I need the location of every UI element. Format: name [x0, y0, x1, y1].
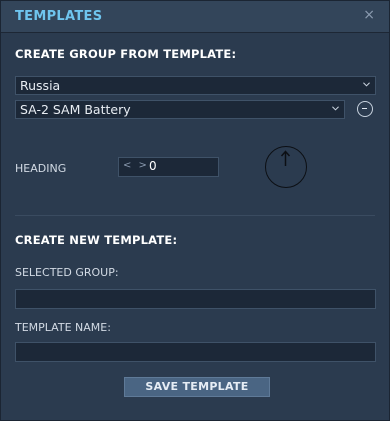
create-group-heading: CREATE GROUP FROM TEMPLATE:	[15, 47, 237, 61]
template-select[interactable]: SA-2 SAM Battery	[15, 100, 345, 119]
country-select[interactable]: Russia	[15, 76, 376, 95]
chevron-down-icon	[332, 106, 339, 111]
template-name-field[interactable]	[15, 342, 376, 362]
selected-group-label: SELECTED GROUP:	[15, 266, 119, 279]
templates-window: TEMPLATES × CREATE GROUP FROM TEMPLATE: …	[0, 0, 390, 421]
title-bar: TEMPLATES ×	[1, 1, 389, 33]
template-value: SA-2 SAM Battery	[20, 102, 131, 117]
section-divider	[15, 215, 375, 216]
chevron-down-icon	[363, 82, 370, 87]
remove-template-button[interactable]	[357, 101, 373, 117]
heading-dial[interactable]	[265, 146, 307, 188]
heading-value: 0	[149, 159, 157, 173]
heading-stepper-arrows[interactable]: < >	[123, 160, 149, 171]
heading-label: HEADING	[15, 162, 67, 175]
create-new-heading: CREATE NEW TEMPLATE:	[15, 233, 178, 247]
window-title: TEMPLATES	[15, 9, 103, 24]
heading-input[interactable]: < > 0	[118, 157, 219, 177]
compass-dial-icon	[280, 150, 291, 166]
template-name-label: TEMPLATE NAME:	[15, 321, 111, 334]
close-icon[interactable]: ×	[363, 7, 375, 23]
selected-group-field[interactable]	[15, 289, 376, 309]
save-template-button[interactable]: SAVE TEMPLATE	[124, 377, 270, 397]
country-value: Russia	[20, 78, 61, 93]
